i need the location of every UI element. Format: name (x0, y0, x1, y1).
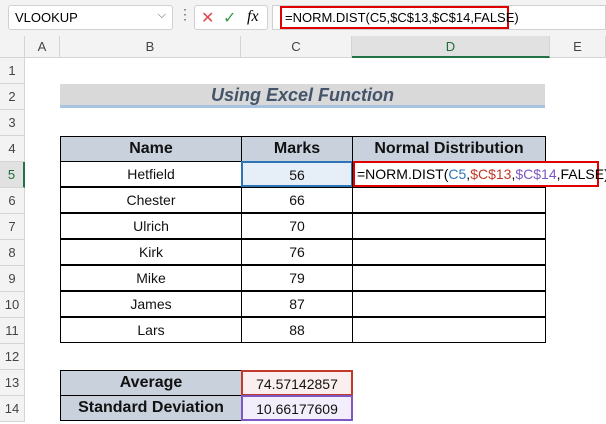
cell-d5-editing[interactable]: =NORM.DIST(C5,$C$13,$C$14,FALSE) (353, 161, 606, 187)
cell-marks[interactable]: 79 (241, 265, 353, 291)
column-header-d[interactable]: D (352, 36, 550, 58)
cell-marks[interactable]: 88 (241, 317, 353, 343)
row-header-11[interactable]: 11 (0, 318, 25, 344)
cell-name[interactable]: Hetfield (60, 161, 242, 187)
sheet-title: Using Excel Function (60, 84, 545, 108)
column-header-a[interactable]: A (25, 36, 60, 58)
chevron-down-icon[interactable]: ⌵ (158, 9, 166, 22)
row-header-6[interactable]: 6 (0, 188, 25, 214)
cell-normal-distribution[interactable] (352, 239, 546, 265)
cell-normal-distribution[interactable] (352, 213, 546, 239)
row-header-8[interactable]: 8 (0, 240, 25, 266)
name-box[interactable]: VLOOKUP ⌵ (8, 5, 173, 30)
row-header-13[interactable]: 13 (0, 370, 25, 396)
row-header-9[interactable]: 9 (0, 266, 25, 292)
formula-text[interactable]: =NORM.DIST(C5,$C$13,$C$14,FALSE) (280, 6, 519, 29)
row-header-12[interactable]: 12 (0, 344, 25, 370)
name-box-value: VLOOKUP (15, 10, 78, 25)
row-header-7[interactable]: 7 (0, 214, 25, 240)
header-name[interactable]: Name (60, 136, 242, 162)
formula-part: =NORM.DIST( (357, 166, 449, 182)
formula-part: ,FALSE) (556, 166, 606, 182)
formula-ref-c5: C5 (448, 166, 467, 182)
column-header-e[interactable]: E (550, 36, 606, 58)
stat-label-std[interactable]: Standard Deviation (60, 395, 242, 421)
insert-function-icon[interactable]: fx (247, 8, 259, 26)
select-all-button[interactable] (0, 36, 25, 58)
row-header-10[interactable]: 10 (0, 292, 25, 318)
enter-icon[interactable]: ✓ (223, 8, 236, 28)
cell-name[interactable]: Chester (60, 187, 242, 213)
formula-ref-c14: $C$14 (515, 166, 557, 182)
cell-marks[interactable]: 56 (241, 161, 353, 187)
cell-marks[interactable]: 87 (241, 291, 353, 317)
column-header-b[interactable]: B (60, 36, 241, 58)
cell-name[interactable]: Ulrich (60, 213, 242, 239)
cell-marks[interactable]: 70 (241, 213, 353, 239)
cell-normal-distribution[interactable] (352, 187, 546, 213)
formula-ref-c13: $C$13 (470, 166, 512, 182)
cell-normal-distribution[interactable] (352, 317, 546, 343)
cell-name[interactable]: Kirk (60, 239, 242, 265)
cell-marks[interactable]: 76 (241, 239, 353, 265)
cell-name[interactable]: Mike (60, 265, 242, 291)
stat-value-std[interactable]: 10.66177609 (241, 395, 353, 421)
cell-name[interactable]: James (60, 291, 242, 317)
cell-marks[interactable]: 66 (241, 187, 353, 213)
cell-normal-distribution[interactable] (352, 265, 546, 291)
row-header-14[interactable]: 14 (0, 396, 25, 422)
row-header-4[interactable]: 4 (0, 136, 25, 162)
cancel-icon[interactable]: ✕ (201, 8, 214, 28)
column-header-c[interactable]: C (241, 36, 352, 58)
formula-buttons: ✕ ✓ fx (194, 5, 268, 30)
stat-value-average[interactable]: 74.57142857 (241, 370, 353, 396)
row-header-3[interactable]: 3 (0, 110, 25, 136)
cell-name[interactable]: Lars (60, 317, 242, 343)
header-marks[interactable]: Marks (241, 136, 353, 162)
row-header-1[interactable]: 1 (0, 58, 25, 84)
stat-label-average[interactable]: Average (60, 370, 242, 396)
more-icon[interactable]: ⋮ (178, 6, 192, 23)
header-normal-distribution[interactable]: Normal Distribution (352, 136, 546, 162)
row-header-2[interactable]: 2 (0, 84, 25, 110)
row-header-5[interactable]: 5 (0, 162, 25, 188)
cell-normal-distribution[interactable] (352, 291, 546, 317)
